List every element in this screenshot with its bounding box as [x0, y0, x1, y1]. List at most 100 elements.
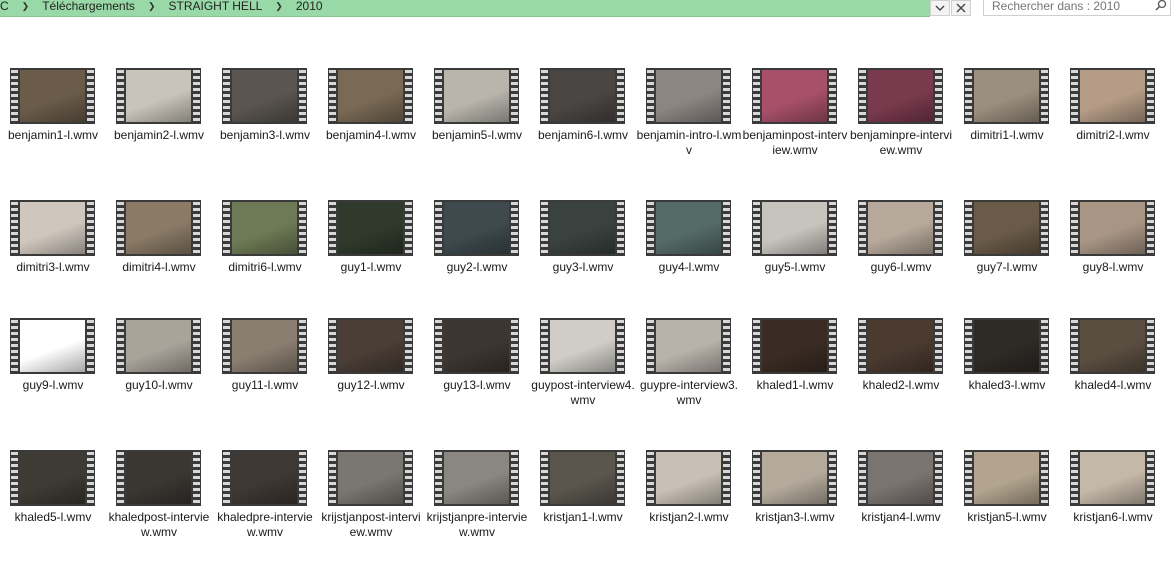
video-thumbnail[interactable] [10, 200, 95, 256]
file-name-label: guy6-l.wmv [870, 260, 932, 274]
file-name-label: dimitri1-l.wmv [970, 128, 1044, 142]
video-thumbnail[interactable] [646, 318, 731, 374]
file-name-label: khaled5-l.wmv [14, 510, 92, 524]
file-name-label: dimitri3-l.wmv [16, 260, 90, 274]
film-strip-icon [752, 68, 837, 124]
close-icon [956, 3, 966, 13]
breadcrumb-item-drive[interactable]: C [0, 0, 9, 13]
video-thumbnail[interactable] [10, 450, 95, 506]
video-thumbnail[interactable] [752, 450, 837, 506]
film-strip-icon [222, 68, 307, 124]
address-history-button[interactable] [930, 0, 950, 16]
breadcrumb-item-downloads[interactable]: Téléchargements [42, 0, 135, 13]
video-frame [126, 70, 191, 122]
video-thumbnail[interactable] [328, 318, 413, 374]
film-strip-icon [328, 450, 413, 506]
video-thumbnail[interactable] [540, 450, 625, 506]
video-thumbnail[interactable] [434, 450, 519, 506]
clear-address-button[interactable] [951, 0, 971, 16]
film-strip-icon [434, 68, 519, 124]
film-strip-icon [1070, 68, 1155, 124]
video-thumbnail[interactable] [328, 450, 413, 506]
video-thumbnail[interactable] [964, 318, 1049, 374]
film-strip-icon [540, 318, 625, 374]
video-frame [762, 452, 827, 504]
video-thumbnail[interactable] [964, 200, 1049, 256]
breadcrumb-item-current[interactable]: 2010 [296, 0, 323, 13]
search-box[interactable] [983, 0, 1171, 16]
video-frame [1080, 452, 1145, 504]
video-thumbnail[interactable] [752, 200, 837, 256]
film-strip-icon [540, 200, 625, 256]
breadcrumb[interactable]: C ❯ Téléchargements ❯ STRAIGHT HELL ❯ 20… [0, 0, 930, 17]
file-name-label: kristjan5-l.wmv [967, 510, 1047, 524]
video-thumbnail[interactable] [858, 450, 943, 506]
video-thumbnail[interactable] [1070, 68, 1155, 124]
video-thumbnail[interactable] [116, 200, 201, 256]
file-name-label: guy4-l.wmv [658, 260, 720, 274]
video-thumbnail[interactable] [222, 68, 307, 124]
video-thumbnail[interactable] [328, 200, 413, 256]
film-strip-icon [646, 200, 731, 256]
video-frame [550, 452, 615, 504]
video-thumbnail[interactable] [434, 68, 519, 124]
video-frame [868, 70, 933, 122]
file-name-label: benjamin1-l.wmv [7, 128, 99, 142]
video-thumbnail[interactable] [116, 68, 201, 124]
video-thumbnail[interactable] [116, 450, 201, 506]
video-frame [656, 70, 721, 122]
video-thumbnail[interactable] [646, 450, 731, 506]
video-thumbnail[interactable] [222, 318, 307, 374]
video-thumbnail[interactable] [540, 200, 625, 256]
film-strip-icon [328, 68, 413, 124]
film-strip-icon [434, 318, 519, 374]
video-frame [126, 452, 191, 504]
video-thumbnail[interactable] [858, 200, 943, 256]
video-thumbnail[interactable] [10, 318, 95, 374]
video-frame [444, 70, 509, 122]
video-frame [762, 320, 827, 372]
video-frame [1080, 202, 1145, 254]
film-strip-icon [752, 450, 837, 506]
video-thumbnail[interactable] [540, 68, 625, 124]
search-icon[interactable] [1154, 0, 1168, 12]
video-thumbnail[interactable] [646, 200, 731, 256]
video-frame [1080, 70, 1145, 122]
video-thumbnail[interactable] [752, 318, 837, 374]
file-name-label: guy3-l.wmv [552, 260, 614, 274]
video-thumbnail[interactable] [116, 318, 201, 374]
film-strip-icon [1070, 200, 1155, 256]
video-frame [868, 320, 933, 372]
video-thumbnail[interactable] [646, 68, 731, 124]
breadcrumb-item-folder[interactable]: STRAIGHT HELL [168, 0, 262, 13]
video-thumbnail[interactable] [858, 318, 943, 374]
video-thumbnail[interactable] [434, 200, 519, 256]
video-frame [444, 452, 509, 504]
video-thumbnail[interactable] [1070, 450, 1155, 506]
video-frame [338, 202, 403, 254]
file-name-label: guy13-l.wmv [443, 378, 511, 392]
film-strip-icon [328, 200, 413, 256]
film-strip-icon [540, 450, 625, 506]
video-thumbnail[interactable] [434, 318, 519, 374]
video-frame [550, 320, 615, 372]
file-name-label: dimitri2-l.wmv [1076, 128, 1150, 142]
video-thumbnail[interactable] [540, 318, 625, 374]
search-input[interactable] [984, 0, 1152, 13]
video-thumbnail[interactable] [222, 200, 307, 256]
video-thumbnail[interactable] [964, 450, 1049, 506]
video-frame [974, 452, 1039, 504]
video-thumbnail[interactable] [328, 68, 413, 124]
video-thumbnail[interactable] [858, 68, 943, 124]
video-frame [20, 452, 85, 504]
video-thumbnail[interactable] [1070, 318, 1155, 374]
video-thumbnail[interactable] [1070, 200, 1155, 256]
film-strip-icon [116, 450, 201, 506]
video-thumbnail[interactable] [752, 68, 837, 124]
video-thumbnail[interactable] [10, 68, 95, 124]
video-thumbnail[interactable] [964, 68, 1049, 124]
file-name-label: guy7-l.wmv [976, 260, 1038, 274]
film-strip-icon [116, 68, 201, 124]
film-strip-icon [10, 200, 95, 256]
video-thumbnail[interactable] [222, 450, 307, 506]
